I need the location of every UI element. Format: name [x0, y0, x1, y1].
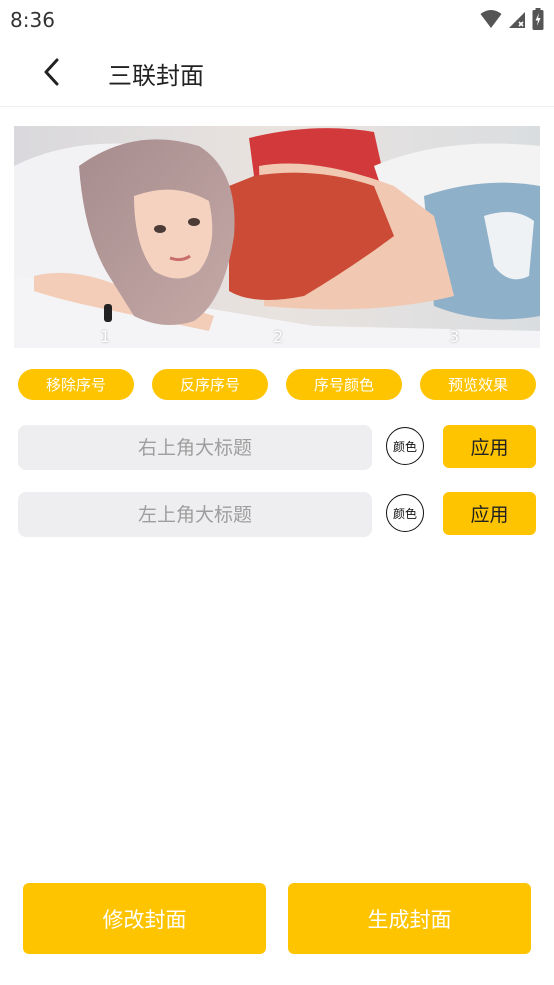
- wifi-icon: [480, 10, 502, 28]
- status-icons: [480, 8, 544, 30]
- reverse-numbers-button[interactable]: 反序序号: [152, 369, 268, 400]
- top-left-title-input[interactable]: [18, 492, 372, 537]
- back-button[interactable]: [32, 52, 72, 92]
- top-right-title-input[interactable]: [18, 425, 372, 470]
- number-color-button[interactable]: 序号颜色: [286, 369, 402, 400]
- status-bar: 8:36: [0, 0, 554, 38]
- panel-number-3: 3: [449, 327, 460, 346]
- cover-preview-image: 1 2 3: [14, 126, 540, 348]
- app-bar: 三联封面: [0, 38, 554, 107]
- modify-cover-button[interactable]: 修改封面: [23, 883, 266, 954]
- battery-icon: [532, 8, 544, 30]
- top-left-title-row: 颜色 应用: [18, 492, 536, 537]
- cover-photo: [14, 126, 540, 348]
- top-right-title-apply-button[interactable]: 应用: [443, 425, 536, 468]
- generate-cover-button[interactable]: 生成封面: [288, 883, 531, 954]
- preview-effect-button[interactable]: 预览效果: [420, 369, 536, 400]
- top-right-title-row: 颜色 应用: [18, 425, 536, 470]
- page-title: 三联封面: [108, 62, 204, 90]
- action-chip-row: 移除序号 反序序号 序号颜色 预览效果: [18, 369, 536, 400]
- panel-number-1: 1: [100, 327, 111, 346]
- remove-numbers-button[interactable]: 移除序号: [18, 369, 134, 400]
- chevron-left-icon: [44, 58, 59, 86]
- panel-number-2: 2: [273, 327, 284, 346]
- cell-signal-icon: [509, 12, 525, 28]
- top-right-title-color-button[interactable]: 颜色: [386, 427, 424, 465]
- top-left-title-apply-button[interactable]: 应用: [443, 492, 536, 535]
- status-time: 8:36: [10, 8, 55, 32]
- top-left-title-color-button[interactable]: 颜色: [386, 494, 424, 532]
